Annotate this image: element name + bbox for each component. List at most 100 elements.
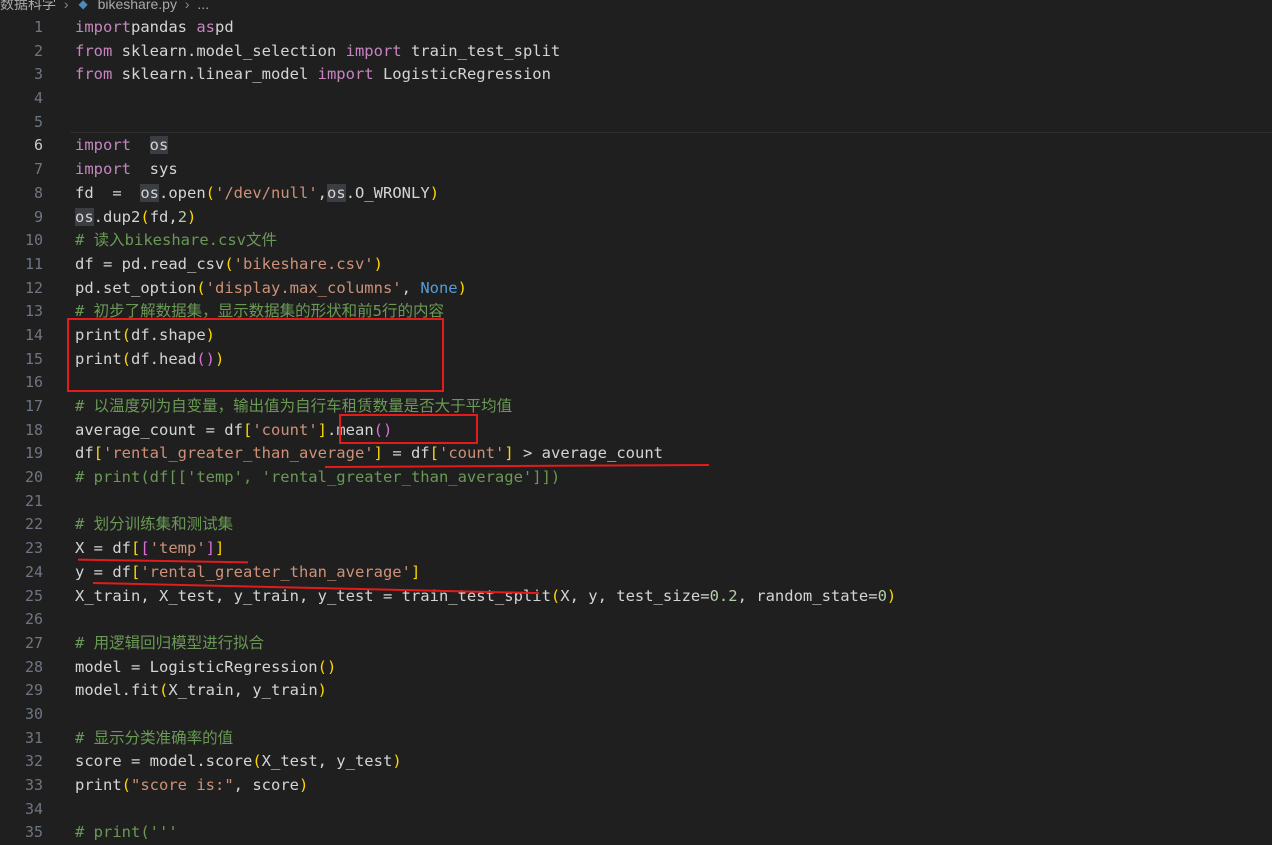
code-text[interactable]: from sklearn.linear_model import Logisti… <box>75 63 551 87</box>
code-line[interactable]: 19 df['rental_greater_than_average'] = df… <box>0 442 1272 466</box>
code-line[interactable]: 23 X = df[['temp']] <box>0 537 1272 561</box>
code-line[interactable]: 34 <box>0 798 1272 822</box>
code-line[interactable]: 26 <box>0 608 1272 632</box>
code-line[interactable]: 18 average_count = df['count'].mean() <box>0 419 1272 443</box>
breadcrumb-more[interactable]: ... <box>197 0 209 11</box>
code-line[interactable]: 35 # print(''' <box>0 821 1272 845</box>
code-text[interactable]: X_train, X_test, y_train, y_test = train… <box>75 585 896 609</box>
code-token: , score <box>233 776 299 794</box>
code-token: fd, <box>149 207 178 226</box>
code-editor[interactable]: 1 importpandas aspd 2 from sklearn.model_se… <box>0 16 1272 845</box>
code-line[interactable]: 15 print(df.head()) <box>0 348 1272 372</box>
code-line[interactable]: 5 <box>0 111 1272 135</box>
line-number: 15 <box>24 349 43 368</box>
code-text[interactable]: importpandas aspd <box>75 16 234 40</box>
code-token: ( <box>224 254 234 273</box>
code-text[interactable]: print(df.shape) <box>75 324 215 348</box>
code-text[interactable]: # 用逻辑回归模型进行拟合 <box>75 632 264 656</box>
line-number: 18 <box>24 420 43 439</box>
code-text[interactable]: df['rental_greater_than_average'] = df['… <box>75 442 663 466</box>
code-text[interactable]: # 显示分类准确率的值 <box>75 727 233 751</box>
code-text[interactable]: os.dup2(fd,2) <box>75 206 196 230</box>
code-line[interactable]: 14 print(df.shape) <box>0 324 1272 348</box>
line-number: 24 <box>24 562 43 581</box>
line-number: 31 <box>24 728 43 747</box>
code-line[interactable]: 22 # 划分训练集和测试集 <box>0 513 1272 537</box>
code-token: from <box>75 41 113 60</box>
code-text[interactable]: # 读入bikeshare.csv文件 <box>75 229 277 253</box>
code-line[interactable]: 33 print("score is:", score) <box>0 774 1272 798</box>
code-line[interactable]: 6 import os <box>0 132 1272 158</box>
code-line[interactable]: 28 model = LogisticRegression() <box>0 656 1272 680</box>
code-line[interactable]: 17 # 以温度列为自变量，输出值为自行车租赁数量是否大于平均值 <box>0 395 1272 419</box>
code-text[interactable]: score = model.score(X_test, y_test) <box>75 750 402 774</box>
code-line[interactable]: 9 os.dup2(fd,2) <box>0 206 1272 230</box>
line-number: 30 <box>24 704 43 723</box>
code-token: , <box>317 183 328 202</box>
code-text[interactable]: print(df.head()) <box>75 348 224 372</box>
code-text[interactable]: fd = os.open('/dev/null',os.O_WRONLY) <box>75 182 439 206</box>
line-number: 3 <box>33 65 43 84</box>
code-text[interactable]: pd.set_option('display.max_columns', Non… <box>75 277 467 301</box>
code-line[interactable]: 11 df = pd.read_csv('bikeshare.csv') <box>0 253 1272 277</box>
code-line[interactable]: 20 # print(df[['temp', 'rental_greater_th… <box>0 466 1272 490</box>
code-line[interactable]: 8 fd = os.open('/dev/null',os.O_WRONLY) <box>0 182 1272 206</box>
code-token: df = pd.read_csv <box>75 254 225 273</box>
line-number: 34 <box>24 799 43 818</box>
code-line[interactable]: 25 X_train, X_test, y_train, y_test = tra… <box>0 585 1272 609</box>
code-text[interactable]: X = df[['temp']] <box>75 537 224 561</box>
code-line[interactable]: 29 model.fit(X_train, y_train) <box>0 679 1272 703</box>
code-text[interactable]: # print(''' <box>75 821 178 845</box>
line-number: 28 <box>24 657 43 676</box>
code-token: ) <box>299 776 309 794</box>
code-text[interactable]: print("score is:", score) <box>75 774 308 798</box>
line-number: 26 <box>24 610 43 629</box>
line-number: 32 <box>24 752 43 771</box>
code-text[interactable]: # 划分训练集和测试集 <box>75 513 233 537</box>
code-text[interactable]: import sys <box>75 158 178 182</box>
code-text[interactable]: y = df['rental_greater_than_average'] <box>75 561 420 585</box>
code-text[interactable]: import os <box>75 134 169 158</box>
code-text[interactable]: # 初步了解数据集，显示数据集的形状和前5行的内容 <box>75 300 444 324</box>
code-text[interactable]: df = pd.read_csv('bikeshare.csv') <box>75 253 383 277</box>
breadcrumb-file[interactable]: bikeshare.py <box>98 0 177 11</box>
code-line[interactable]: 3 from sklearn.linear_model import Logist… <box>0 63 1272 87</box>
code-line[interactable]: 21 <box>0 490 1272 514</box>
code-token: , random_state= <box>737 586 878 605</box>
code-line[interactable]: 7 import sys <box>0 158 1272 182</box>
code-text[interactable]: model = LogisticRegression() <box>75 656 336 680</box>
code-token: 'count' <box>252 420 318 439</box>
code-text[interactable]: # print(df[['temp', 'rental_greater_than… <box>75 466 560 490</box>
code-line[interactable]: 1 importpandas aspd <box>0 16 1272 40</box>
code-line[interactable]: 30 <box>0 703 1272 727</box>
code-token: import <box>75 18 131 36</box>
code-token: print <box>75 349 122 368</box>
code-token: import <box>75 136 131 155</box>
code-text[interactable]: average_count = df['count'].mean() <box>75 419 392 443</box>
code-line[interactable]: 13 # 初步了解数据集，显示数据集的形状和前5行的内容 <box>0 300 1272 324</box>
code-token: # 以温度列为自变量，输出值为自行车租赁数量是否大于平均值 <box>75 397 513 415</box>
code-token: ( <box>252 752 262 771</box>
code-token: pd.set_option <box>75 278 197 297</box>
code-line[interactable]: 10 # 读入bikeshare.csv文件 <box>0 229 1272 253</box>
code-line[interactable]: 2 from sklearn.model_selection import tra… <box>0 40 1272 64</box>
code-token: 'temp' <box>149 539 206 558</box>
code-token: as <box>187 18 215 36</box>
code-text[interactable]: model.fit(X_train, y_train) <box>75 679 327 703</box>
code-line[interactable]: 12 pd.set_option('display.max_columns', N… <box>0 277 1272 301</box>
line-number: 16 <box>24 373 43 392</box>
code-line[interactable]: 16 <box>0 371 1272 395</box>
code-token: = df <box>382 444 430 463</box>
line-number: 4 <box>33 89 43 108</box>
code-token: > average_count <box>513 444 663 463</box>
code-token: import <box>317 65 374 84</box>
breadcrumb-folder[interactable]: 数据科学 <box>0 0 56 11</box>
code-line[interactable]: 27 # 用逻辑回归模型进行拟合 <box>0 632 1272 656</box>
code-line[interactable]: 24 y = df['rental_greater_than_average'] <box>0 561 1272 585</box>
code-line[interactable]: 4 <box>0 87 1272 111</box>
code-token: sys <box>131 160 178 179</box>
code-line[interactable]: 31 # 显示分类准确率的值 <box>0 727 1272 751</box>
code-line[interactable]: 32 score = model.score(X_test, y_test) <box>0 750 1272 774</box>
code-text[interactable]: # 以温度列为自变量，输出值为自行车租赁数量是否大于平均值 <box>75 395 512 419</box>
code-text[interactable]: from sklearn.model_selection import trai… <box>75 40 560 64</box>
